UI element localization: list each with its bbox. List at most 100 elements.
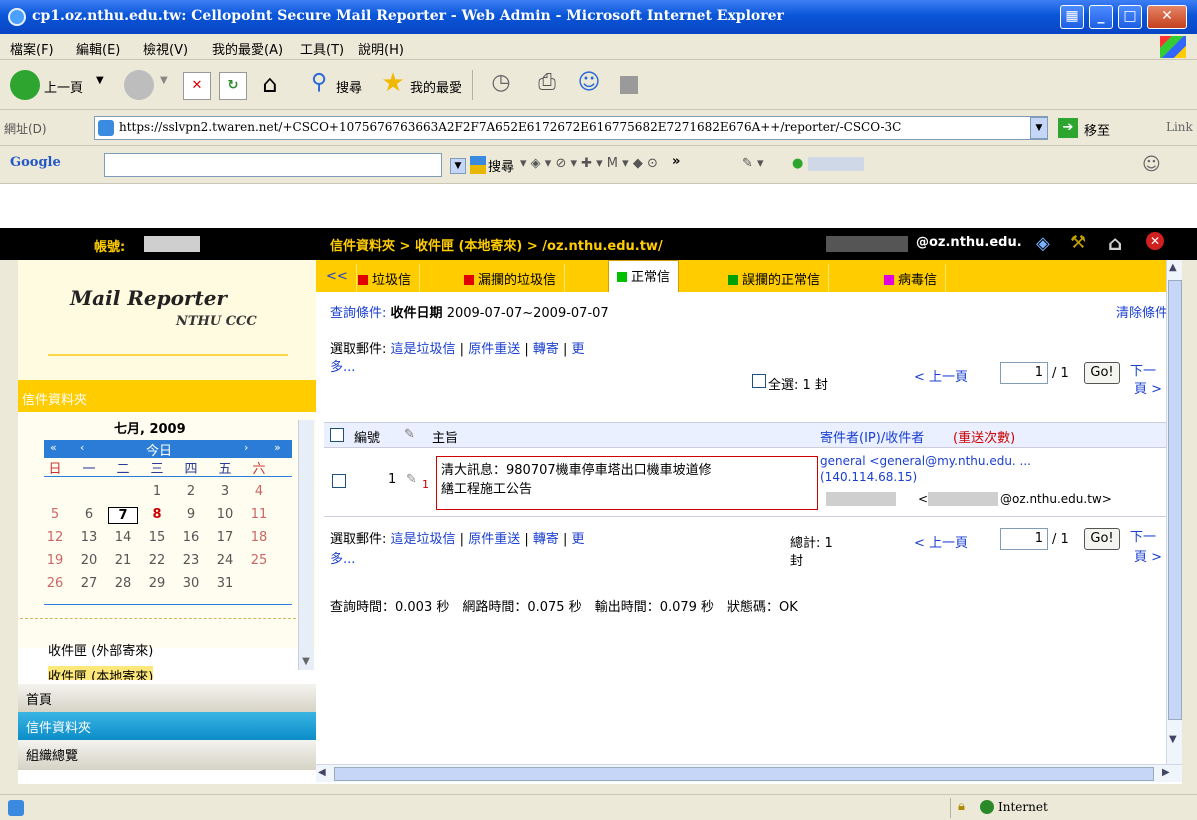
calendar-day[interactable]: 26 bbox=[40, 576, 70, 591]
main-vertical-scrollbar[interactable]: ▲ ▼ bbox=[1166, 260, 1182, 764]
swap-icon[interactable]: ◈ bbox=[1036, 233, 1050, 254]
menu-file[interactable]: 檔案(F) bbox=[10, 39, 54, 58]
resend-link-bottom[interactable]: 原件重送 bbox=[468, 532, 520, 547]
col-number[interactable]: 編號 bbox=[354, 427, 380, 446]
calendar-day[interactable]: 21 bbox=[108, 553, 138, 568]
tools-icon[interactable]: ⚒ bbox=[1070, 232, 1086, 253]
h-scroll-thumb[interactable] bbox=[334, 767, 1154, 781]
sidebar-scrollbar[interactable] bbox=[298, 420, 314, 670]
links-label[interactable]: Link bbox=[1166, 120, 1193, 134]
col-subject[interactable]: 主旨 bbox=[432, 427, 458, 446]
back-dropdown-icon[interactable]: ▼ bbox=[96, 75, 104, 86]
menu-favorites[interactable]: 我的最愛(A) bbox=[212, 39, 283, 58]
menu-help[interactable]: 說明(H) bbox=[358, 39, 404, 58]
back-arrow-icon[interactable] bbox=[10, 70, 40, 100]
next-month-icon[interactable]: › bbox=[244, 441, 248, 454]
nav-home[interactable]: 首頁 bbox=[18, 684, 316, 712]
tab-spam[interactable]: 垃圾信 bbox=[350, 264, 421, 292]
page-input-bottom[interactable]: 1 bbox=[1000, 528, 1048, 550]
calendar-day[interactable]: 8 bbox=[142, 507, 172, 522]
calendar-day[interactable]: 16 bbox=[176, 530, 206, 545]
calendar-today[interactable]: 今日 bbox=[146, 440, 172, 459]
calendar-day[interactable]: 6 bbox=[74, 507, 104, 522]
next-year-icon[interactable]: » bbox=[274, 441, 281, 454]
row-subject[interactable]: 清大訊息：980707機車停車塔出口機車坡道修 繕工程施工公告 bbox=[436, 456, 818, 510]
calendar-day[interactable]: 18 bbox=[244, 530, 274, 545]
pager-next[interactable]: 下一 bbox=[1130, 360, 1156, 379]
scroll-right-arrow-icon[interactable]: ▶ bbox=[1162, 767, 1170, 778]
close-button[interactable]: ✕ bbox=[1147, 5, 1187, 29]
calendar-day[interactable]: 10 bbox=[210, 507, 240, 522]
home-page-icon[interactable]: ⌂ bbox=[1108, 231, 1122, 255]
pager-prev-bottom[interactable]: < 上一頁 bbox=[914, 532, 968, 551]
tab-missed-spam[interactable]: 漏攔的垃圾信 bbox=[456, 264, 566, 292]
go-arrow-icon[interactable]: ➔ bbox=[1058, 118, 1078, 138]
col-sender[interactable]: 寄件者(IP)/收件者 bbox=[820, 427, 924, 446]
go-button-top[interactable]: Go! bbox=[1084, 362, 1120, 384]
calendar-day[interactable]: 29 bbox=[142, 576, 172, 591]
calendar-day[interactable]: 11 bbox=[244, 507, 274, 522]
more-link-bottom-cont[interactable]: 多... bbox=[330, 548, 355, 567]
messenger-icon[interactable]: ☺ bbox=[574, 70, 604, 100]
mark-spam-link[interactable]: 這是垃圾信 bbox=[391, 342, 456, 357]
google-tool-icons[interactable]: ▾ ◈ ▾ ⊘ ▾ ✚ ▾ M ▾ ◆ ⊙ bbox=[520, 156, 658, 171]
stop-icon[interactable]: ✕ bbox=[183, 72, 211, 100]
calendar-day[interactable]: 30 bbox=[176, 576, 206, 591]
google-settings-icon[interactable]: ✎ ▾ bbox=[742, 156, 764, 171]
pager-next-cont[interactable]: 頁 > bbox=[1134, 378, 1162, 397]
select-all-checkbox[interactable] bbox=[752, 374, 766, 388]
history-icon[interactable]: ◷ bbox=[486, 70, 516, 100]
prev-month-icon[interactable]: ‹ bbox=[80, 441, 84, 454]
nav-mail-folder[interactable]: 信件資料夾 bbox=[18, 712, 316, 740]
forward-arrow-icon[interactable] bbox=[124, 70, 154, 100]
back-label[interactable]: 上一頁 bbox=[44, 77, 83, 96]
google-search-button[interactable]: 搜尋 bbox=[488, 156, 514, 175]
calendar-day[interactable]: 5 bbox=[40, 507, 70, 522]
pager-next-bottom-cont[interactable]: 頁 > bbox=[1134, 546, 1162, 565]
scroll-up-arrow-icon[interactable]: ▲ bbox=[1169, 262, 1177, 273]
nav-org-overview[interactable]: 組織總覽 bbox=[18, 740, 316, 770]
go-button-bottom[interactable]: Go! bbox=[1084, 528, 1120, 550]
calendar-day[interactable]: 9 bbox=[176, 507, 206, 522]
print-icon[interactable]: ⎙ bbox=[532, 70, 562, 100]
tab-false-positive[interactable]: 誤攔的正常信 bbox=[720, 264, 830, 292]
favorites-label[interactable]: 我的最愛 bbox=[410, 77, 462, 96]
calendar-day[interactable]: 24 bbox=[210, 553, 240, 568]
calendar-day[interactable]: 2 bbox=[176, 484, 206, 499]
favorites-star-icon[interactable]: ★ bbox=[378, 68, 408, 98]
calendar-day[interactable]: 15 bbox=[142, 530, 172, 545]
row-checkbox[interactable] bbox=[332, 474, 346, 488]
calendar-day[interactable]: 28 bbox=[108, 576, 138, 591]
forward-dropdown-icon[interactable]: ▼ bbox=[160, 75, 168, 86]
header-checkbox[interactable] bbox=[330, 428, 344, 442]
calendar-day[interactable]: 20 bbox=[74, 553, 104, 568]
tab-virus[interactable]: 病毒信 bbox=[876, 264, 947, 292]
google-search-input[interactable] bbox=[104, 153, 442, 177]
minimize-button[interactable]: _ bbox=[1089, 5, 1113, 29]
calendar-day[interactable]: 1 bbox=[142, 484, 172, 499]
calendar-day[interactable]: 19 bbox=[40, 553, 70, 568]
calendar-day[interactable]: 25 bbox=[244, 553, 274, 568]
calendar-day[interactable]: 22 bbox=[142, 553, 172, 568]
calendar-day[interactable]: 17 bbox=[210, 530, 240, 545]
address-input[interactable]: https://sslvpn2.twaren.net/+CSCO+1075676… bbox=[94, 116, 1048, 140]
more-link-bottom[interactable]: 更 bbox=[572, 532, 585, 547]
address-dropdown-icon[interactable]: ▼ bbox=[1030, 117, 1048, 139]
scroll-down-arrow-icon[interactable]: ▼ bbox=[1169, 734, 1177, 745]
tab-normal[interactable]: 正常信 bbox=[608, 260, 680, 292]
scroll-thumb[interactable] bbox=[1168, 280, 1182, 720]
query-label[interactable]: 查詢條件: bbox=[330, 306, 386, 321]
scroll-left-arrow-icon[interactable]: ◀ bbox=[318, 767, 326, 778]
refresh-icon[interactable]: ↻ bbox=[219, 72, 247, 100]
forward-link[interactable]: 轉寄 bbox=[533, 342, 559, 357]
more-link-cont[interactable]: 多... bbox=[330, 356, 355, 375]
go-button[interactable]: 移至 bbox=[1084, 120, 1110, 139]
folder-inbox-local[interactable]: 收件匣 (本地寄來) bbox=[48, 666, 154, 680]
pager-next-bottom[interactable]: 下一 bbox=[1130, 526, 1156, 545]
scroll-down-icon[interactable]: ▼ bbox=[298, 656, 314, 672]
calendar-day[interactable]: 14 bbox=[108, 530, 138, 545]
forward-link-bottom[interactable]: 轉寄 bbox=[533, 532, 559, 547]
table-row[interactable]: 1 ✎ 1 清大訊息：980707機車停車塔出口機車坡道修 繕工程施工公告 ge… bbox=[324, 452, 1170, 514]
pager-prev[interactable]: < 上一頁 bbox=[914, 366, 968, 385]
search-icon[interactable]: ⚲ bbox=[304, 70, 334, 100]
